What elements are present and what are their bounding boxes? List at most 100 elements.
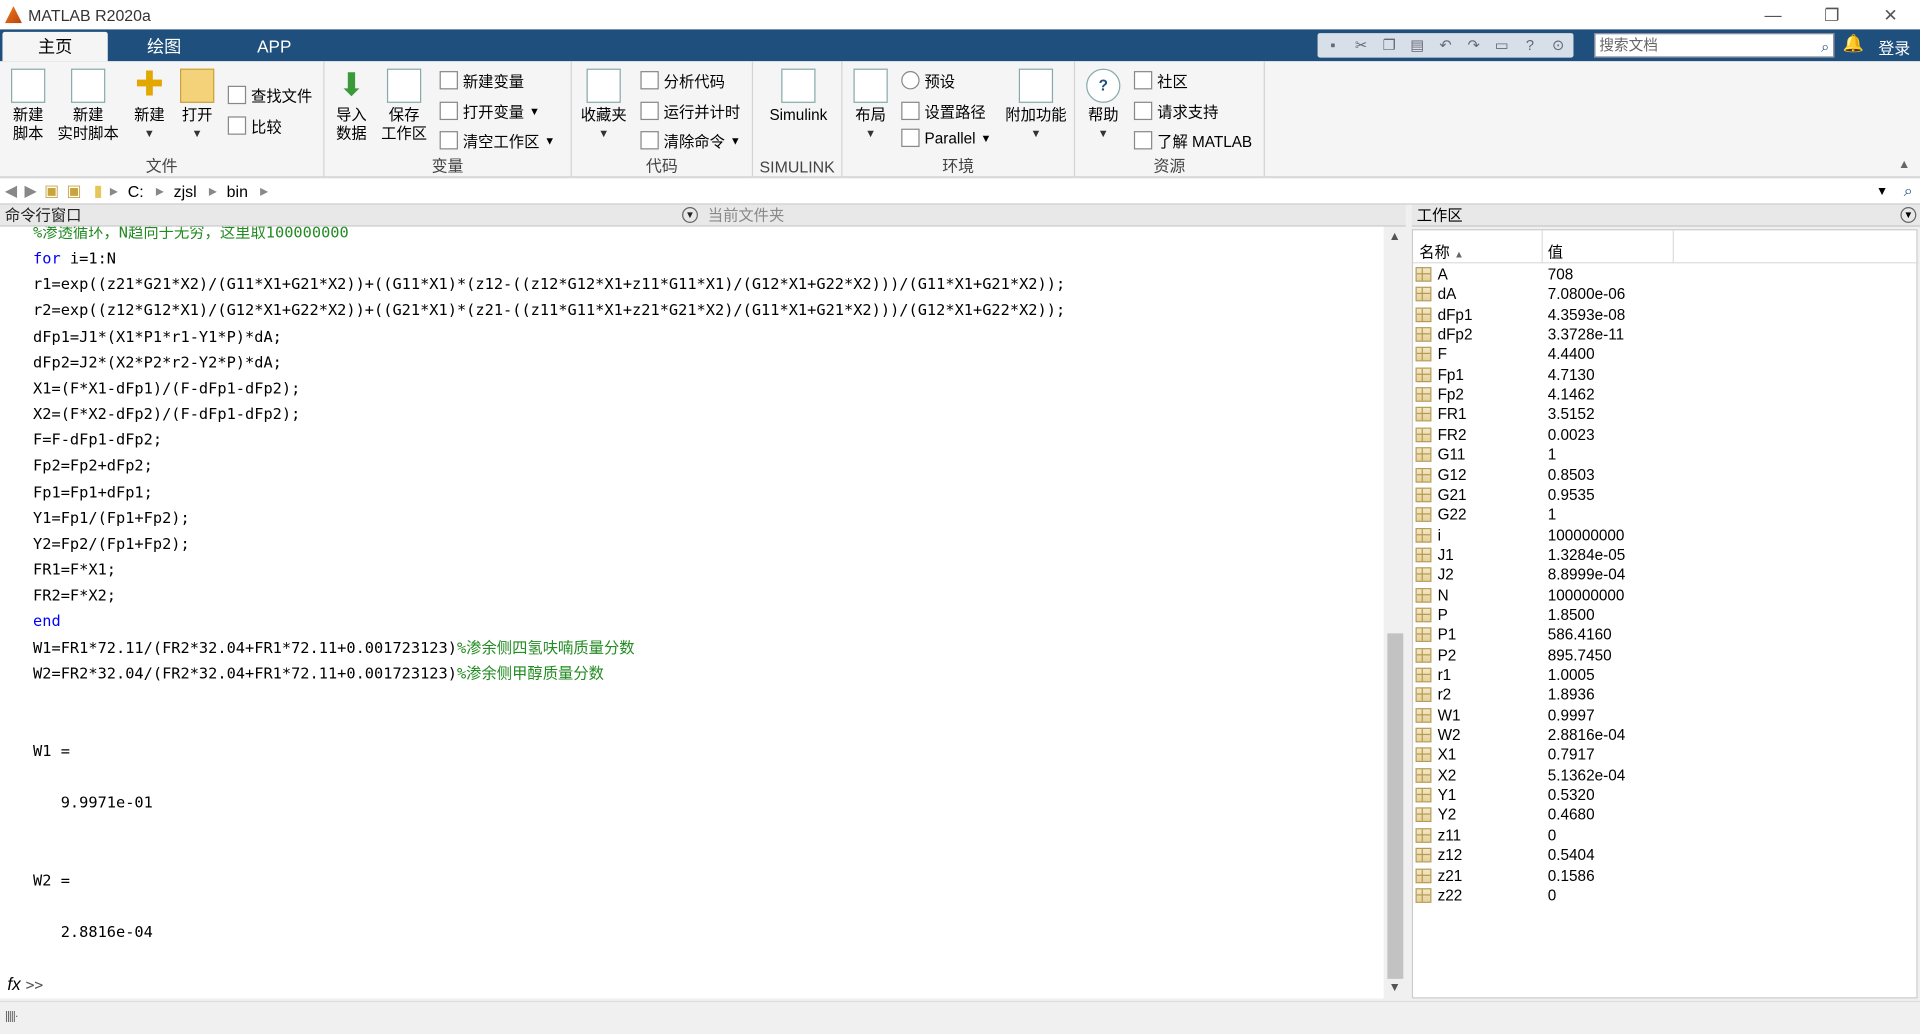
- open-button[interactable]: 打开 ▼: [178, 68, 217, 144]
- login-button[interactable]: 登录: [1878, 36, 1910, 59]
- tab-plots[interactable]: 绘图: [118, 32, 211, 61]
- save-icon[interactable]: ▪: [1320, 34, 1346, 56]
- paste-icon[interactable]: ▤: [1405, 34, 1431, 56]
- search-docs-input[interactable]: 搜索文档 ⌕: [1594, 33, 1835, 58]
- new-live-script-label-2: 实时脚本: [57, 124, 119, 143]
- close-button[interactable]: ✕: [1861, 0, 1920, 29]
- value-column-header[interactable]: 值: [1548, 239, 1563, 262]
- workspace-row-dFp2[interactable]: dFp2 3.3728e-11: [1413, 325, 1919, 345]
- scroll-thumb[interactable]: [1387, 633, 1404, 979]
- notification-bell-icon[interactable]: 🔔: [1843, 33, 1864, 54]
- workspace-row-G12[interactable]: G12 0.8503: [1413, 465, 1919, 485]
- new-button[interactable]: ✚ 新建 ▼: [130, 67, 169, 144]
- clear-workspace-button[interactable]: 清空工作区 ▼: [439, 129, 555, 152]
- undo-icon[interactable]: ↶: [1433, 34, 1459, 56]
- workspace-row-P[interactable]: P 1.8500: [1413, 605, 1919, 625]
- workspace-row-F[interactable]: F 4.4400: [1413, 345, 1919, 365]
- search-folder-icon[interactable]: ⌕: [1904, 181, 1913, 201]
- workspace-row-P2[interactable]: P2 895.7450: [1413, 645, 1919, 665]
- panel-options-icon[interactable]: ▼: [1900, 207, 1917, 223]
- help-button[interactable]: ? 帮助 ▼: [1085, 68, 1122, 144]
- workspace-row-dFp1[interactable]: dFp1 4.3593e-08: [1413, 305, 1919, 325]
- command-window[interactable]: %渗透循环，N趋向于无穷，这里取100000000 for i=1:N r1=exp…: [0, 226, 1384, 999]
- command-scrollbar[interactable]: ▲ ▼: [1384, 226, 1406, 999]
- name-column-header[interactable]: 名称 ▲: [1419, 239, 1464, 262]
- redo-icon[interactable]: ↷: [1461, 34, 1487, 56]
- browse-folder-icon[interactable]: ▣: [66, 181, 81, 201]
- open-variable-button[interactable]: 打开变量 ▼: [439, 99, 540, 122]
- workspace-row-z11[interactable]: z11 0: [1413, 825, 1919, 845]
- workspace-row-W1[interactable]: W1 0.9997: [1413, 705, 1919, 725]
- workspace-row-z12[interactable]: z12 0.5404: [1413, 845, 1919, 865]
- workspace-row-N[interactable]: N 100000000: [1413, 585, 1919, 605]
- favorites-button[interactable]: 收藏夹 ▼: [579, 68, 628, 144]
- compare-button[interactable]: 比较: [227, 114, 282, 137]
- workspace-row-J1[interactable]: J1 1.3284e-05: [1413, 545, 1919, 565]
- back-arrow-icon[interactable]: ◀: [5, 181, 17, 201]
- cut-icon[interactable]: ✂: [1348, 34, 1374, 56]
- variable-name: W1: [1437, 706, 1461, 724]
- workspace-row-Fp2[interactable]: Fp2 4.1462: [1413, 385, 1919, 405]
- save-workspace-button[interactable]: 保存 工作区: [378, 68, 429, 144]
- find-files-button[interactable]: 查找文件: [227, 83, 312, 106]
- forward-arrow-icon[interactable]: ▶: [24, 181, 36, 201]
- workspace-row-Y1[interactable]: Y1 0.5320: [1413, 785, 1919, 805]
- workspace-row-Y2[interactable]: Y2 0.4680: [1413, 805, 1919, 825]
- workspace-row-FR2[interactable]: FR2 0.0023: [1413, 425, 1919, 445]
- path-segment-zjsl[interactable]: zjsl: [174, 182, 197, 200]
- simulink-button[interactable]: Simulink: [765, 68, 831, 125]
- addons-button[interactable]: 附加功能 ▼: [1002, 68, 1071, 144]
- layout-button[interactable]: 布局 ▼: [852, 68, 889, 144]
- workspace-row-r1[interactable]: r1 1.0005: [1413, 665, 1919, 685]
- help-icon[interactable]: ?: [1517, 34, 1543, 56]
- workspace-row-X2[interactable]: X2 5.1362e-04: [1413, 765, 1919, 785]
- community-button[interactable]: 社区: [1133, 69, 1188, 92]
- workspace-row-W2[interactable]: W2 2.8816e-04: [1413, 725, 1919, 745]
- tab-home[interactable]: 主页: [2, 31, 108, 62]
- import-data-button[interactable]: ⬇ 导入 数据: [332, 69, 371, 144]
- switch-windows-icon[interactable]: ▭: [1489, 34, 1515, 56]
- set-path-button[interactable]: 设置路径: [901, 99, 986, 122]
- copy-icon[interactable]: ❐: [1376, 34, 1402, 56]
- workspace-row-FR1[interactable]: FR1 3.5152: [1413, 405, 1919, 425]
- path-segment-bin[interactable]: bin: [227, 182, 248, 200]
- collapse-ribbon-icon[interactable]: ▲: [1898, 158, 1910, 171]
- workspace-row-G22[interactable]: G22 1: [1413, 505, 1919, 525]
- workspace-row-i[interactable]: i 100000000: [1413, 525, 1919, 545]
- clear-commands-button[interactable]: 清除命令 ▼: [640, 129, 741, 152]
- options-icon[interactable]: ⊙: [1545, 34, 1571, 56]
- panel-options-icon[interactable]: ▼: [682, 207, 698, 223]
- parallel-button[interactable]: Parallel ▼: [901, 128, 991, 148]
- workspace-row-dA[interactable]: dA 7.0800e-06: [1413, 285, 1919, 305]
- minimize-button[interactable]: —: [1744, 0, 1803, 29]
- analyze-code-button[interactable]: 分析代码: [640, 69, 725, 92]
- current-folder-tab[interactable]: 当前文件夹: [708, 205, 785, 227]
- command-prompt[interactable]: fx >>: [0, 974, 245, 996]
- workspace-row-r2[interactable]: r2 1.8936: [1413, 685, 1919, 705]
- workspace-row-G11[interactable]: G11 1: [1413, 445, 1919, 465]
- run-and-time-button[interactable]: 运行并计时: [640, 99, 740, 122]
- tab-apps[interactable]: APP: [228, 32, 321, 61]
- new-script-button[interactable]: 新建 脚本: [7, 68, 49, 144]
- workspace-row-Fp1[interactable]: Fp1 4.7130: [1413, 365, 1919, 385]
- new-live-script-button[interactable]: 新建 实时脚本: [56, 68, 120, 144]
- path-segment-drive[interactable]: C:: [128, 182, 144, 200]
- restore-button[interactable]: ❐: [1802, 0, 1861, 29]
- new-variable-button[interactable]: 新建变量: [439, 69, 524, 92]
- search-icon[interactable]: ⌕: [1821, 36, 1829, 58]
- workspace-row-A[interactable]: A 708: [1413, 265, 1919, 285]
- scroll-up-icon[interactable]: ▲: [1389, 230, 1401, 243]
- workspace-row-z22[interactable]: z22 0: [1413, 886, 1919, 906]
- scroll-down-icon[interactable]: ▼: [1389, 981, 1401, 994]
- up-folder-icon[interactable]: ▣: [44, 181, 59, 201]
- workspace-row-z21[interactable]: z21 0.1586: [1413, 866, 1919, 886]
- fx-icon[interactable]: fx: [7, 974, 20, 994]
- path-dropdown-icon[interactable]: ▼: [1876, 184, 1888, 197]
- workspace-row-X1[interactable]: X1 0.7917: [1413, 745, 1919, 765]
- request-support-button[interactable]: 请求支持: [1133, 99, 1218, 122]
- workspace-row-G21[interactable]: G21 0.9535: [1413, 485, 1919, 505]
- learn-matlab-button[interactable]: 了解 MATLAB: [1133, 129, 1252, 152]
- preferences-button[interactable]: 预设: [901, 69, 955, 92]
- workspace-row-P1[interactable]: P1 586.4160: [1413, 625, 1919, 645]
- workspace-row-J2[interactable]: J2 8.8999e-04: [1413, 565, 1919, 585]
